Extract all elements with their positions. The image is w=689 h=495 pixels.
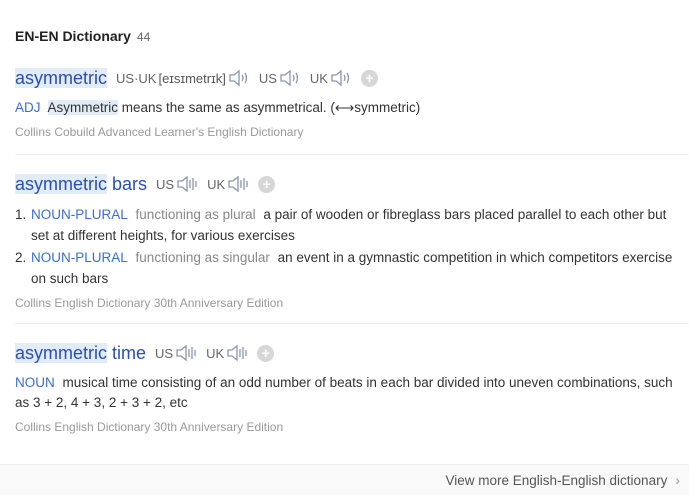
headword[interactable]: asymmetric bars bbox=[15, 172, 147, 196]
highlighted-word: Asymmetric bbox=[47, 100, 119, 115]
definition: ADJ Asymmetric means the same as asymmet… bbox=[15, 98, 689, 118]
dictionary-title: EN-EN Dictionary bbox=[15, 28, 131, 44]
add-to-wordbook-button[interactable]: + bbox=[258, 175, 276, 193]
phonetic: [eɪsɪmetrɪk] bbox=[158, 70, 226, 86]
speaker-icon[interactable] bbox=[278, 69, 302, 87]
pronunciation-us-uk: US·UK [eɪsɪmetrɪk] bbox=[116, 69, 251, 87]
dictionary-header: EN-EN Dictionary 44 bbox=[15, 28, 150, 44]
speaker-icon[interactable] bbox=[329, 69, 353, 87]
definition-text: means the same as asymmetrical. (⟷symmet… bbox=[118, 100, 421, 115]
headword[interactable]: asymmetric bbox=[15, 66, 108, 90]
pronunciation-uk: UK bbox=[207, 175, 250, 193]
divider bbox=[15, 154, 689, 155]
part-of-speech: ADJ bbox=[15, 100, 41, 115]
grammar-note: functioning as singular bbox=[135, 250, 270, 265]
divider bbox=[15, 323, 689, 324]
entry-asymmetric-time: asymmetric time US UK + NOUN musical tim… bbox=[15, 341, 689, 434]
pronunciation-us: US bbox=[156, 175, 199, 193]
add-to-wordbook-button[interactable]: + bbox=[257, 344, 275, 362]
pronunciation-us: US bbox=[259, 69, 302, 87]
speaker-icon[interactable] bbox=[174, 344, 198, 362]
sense-item: 1. NOUN-PLURAL functioning as plural a p… bbox=[15, 207, 667, 243]
speaker-icon[interactable] bbox=[175, 175, 199, 193]
part-of-speech: NOUN-PLURAL bbox=[31, 250, 128, 265]
definition: NOUN musical time consisting of an odd n… bbox=[15, 373, 689, 413]
source-label: Collins Cobuild Advanced Learner's Engli… bbox=[15, 125, 304, 139]
entry-asymmetric: asymmetric US·UK [eɪsɪmetrɪk] US UK + AD… bbox=[15, 66, 689, 139]
pronunciation-us: US bbox=[155, 344, 198, 362]
speaker-icon[interactable] bbox=[225, 344, 249, 362]
entry-asymmetric-bars: asymmetric bars US UK + 1. NOUN-PLURAL f… bbox=[15, 172, 689, 310]
speaker-icon[interactable] bbox=[226, 175, 250, 193]
pronunciation-uk: UK bbox=[206, 344, 249, 362]
part-of-speech: NOUN-PLURAL bbox=[31, 207, 128, 222]
source-label: Collins English Dictionary 30th Annivers… bbox=[15, 296, 284, 310]
grammar-note: functioning as plural bbox=[135, 207, 256, 222]
add-to-wordbook-button[interactable]: + bbox=[360, 69, 378, 87]
speaker-icon[interactable] bbox=[227, 69, 251, 87]
source-label: Collins English Dictionary 30th Annivers… bbox=[15, 420, 284, 434]
definition-text: musical time consisting of an odd number… bbox=[15, 375, 673, 410]
sense-list: 1. NOUN-PLURAL functioning as plural a p… bbox=[15, 204, 689, 289]
footer-bar: View more English-English dictionary › bbox=[0, 464, 689, 495]
part-of-speech: NOUN bbox=[15, 375, 55, 390]
pronunciation-uk: UK bbox=[310, 69, 353, 87]
sense-item: 2. NOUN-PLURAL functioning as singular a… bbox=[15, 250, 673, 286]
headword[interactable]: asymmetric time bbox=[15, 341, 146, 365]
chevron-right-icon: › bbox=[675, 472, 680, 488]
result-count: 44 bbox=[136, 30, 151, 44]
view-more-link[interactable]: View more English-English dictionary › bbox=[445, 472, 680, 488]
